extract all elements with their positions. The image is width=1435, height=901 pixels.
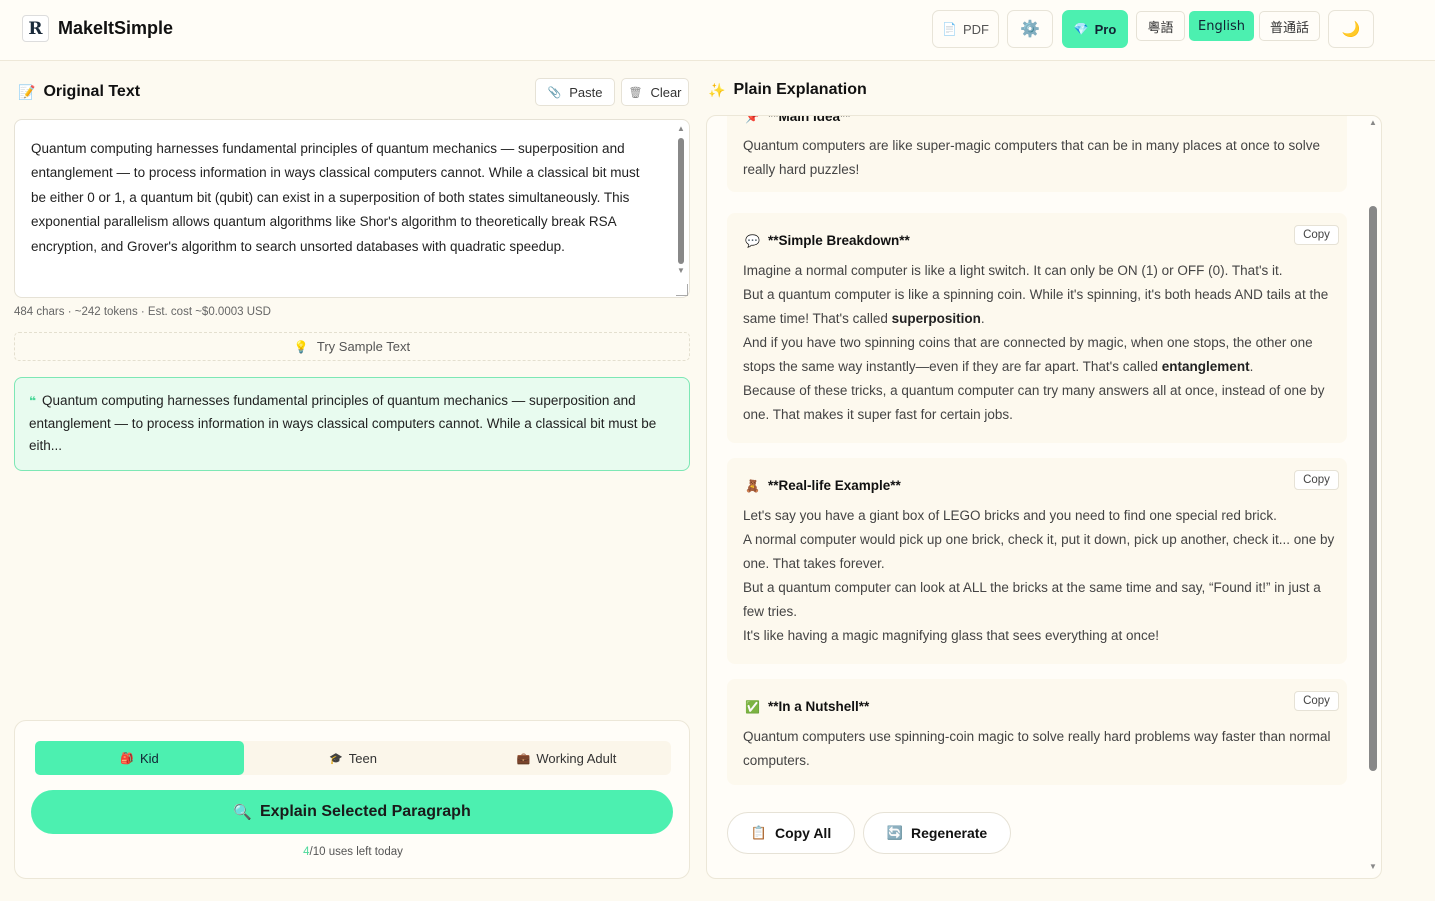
teddy-bear-icon: 🧸 (745, 478, 760, 493)
quote-icon: ❝ (29, 394, 37, 408)
section-simple-breakdown: Copy 💬 **Simple Breakdown** Imagine a no… (727, 213, 1347, 443)
textarea-scrollbar[interactable]: ▲ ▼ (676, 124, 686, 284)
lang-english-button[interactable]: English (1189, 11, 1254, 41)
text-stats: 484 chars · ~242 tokens · Est. cost ~$0.… (14, 306, 271, 318)
plain-explanation-title: ✨ Plain Explanation (708, 81, 867, 98)
copy-button[interactable]: Copy (1294, 225, 1339, 245)
moon-icon: 🌙 (1341, 21, 1361, 38)
explain-controls: 🎒 Kid 🎓 Teen 💼 Working Adult 🔍 Explain S… (14, 720, 690, 879)
lang-cantonese-button[interactable]: 粵語 (1136, 11, 1185, 41)
memo-icon: 📝 (18, 83, 36, 100)
settings-button[interactable]: ⚙️ (1007, 10, 1053, 48)
explain-button[interactable]: 🔍 Explain Selected Paragraph (31, 790, 673, 834)
regenerate-button[interactable]: 🔄 Regenerate (863, 812, 1011, 854)
resize-handle[interactable] (676, 284, 688, 296)
section-main-idea: 📌 **Main Idea** Quantum computers are li… (727, 115, 1347, 192)
section-title: 💬 **Simple Breakdown** (745, 233, 910, 248)
copy-all-button[interactable]: 📋 Copy All (727, 812, 855, 854)
section-body: Quantum computers are like super-magic c… (743, 138, 1321, 177)
copy-button[interactable]: Copy (1294, 470, 1339, 490)
logo-icon: R (22, 15, 49, 42)
section-in-a-nutshell: Copy ✅ **In a Nutshell** Quantum compute… (727, 679, 1347, 785)
original-text-title: 📝 Original Text (18, 83, 141, 100)
section-title: 📌 **Main Idea** (745, 115, 850, 124)
try-sample-button[interactable]: 💡 Try Sample Text (14, 332, 690, 361)
document-icon: 📄 (942, 22, 957, 36)
pdf-button[interactable]: 📄 PDF (932, 10, 999, 48)
copy-button[interactable]: Copy (1294, 691, 1339, 711)
app-name: MakeItSimple (58, 18, 174, 38)
pro-button[interactable]: 💎 Pro (1062, 10, 1128, 48)
scroll-down-icon[interactable]: ▼ (1369, 862, 1377, 871)
scrollbar-thumb[interactable] (678, 138, 684, 264)
mode-teen[interactable]: 🎓 Teen (249, 741, 457, 775)
usage-counter: 4/10 uses left today (303, 846, 403, 858)
app-logo[interactable]: R MakeItSimple (22, 15, 173, 42)
mode-working-adult[interactable]: 💼 Working Adult (462, 741, 671, 775)
backpack-icon: 🎒 (120, 752, 134, 765)
graduation-cap-icon: 🎓 (329, 752, 343, 765)
section-body: Quantum computers use spinning-coin magi… (743, 729, 1331, 768)
app-header: R MakeItSimple 📄 PDF ⚙️ 💎 Pro 粵語 English… (0, 0, 1435, 61)
paperclip-icon: 📎 (547, 86, 562, 99)
section-title: 🧸 **Real-life Example** (745, 478, 901, 493)
scroll-down-icon[interactable]: ▼ (677, 266, 685, 275)
explanation-output: 📌 **Main Idea** Quantum computers are li… (706, 115, 1382, 879)
magnifier-icon: 🔍 (233, 804, 252, 821)
clear-button[interactable]: 🗑 Clear (621, 78, 689, 106)
gear-icon: ⚙️ (1020, 21, 1040, 38)
section-title: ✅ **In a Nutshell** (745, 699, 870, 714)
sparkles-icon: ✨ (708, 81, 726, 98)
scroll-up-icon[interactable]: ▲ (1369, 118, 1377, 127)
pin-icon: 📌 (745, 115, 760, 124)
explanation-scrollbar[interactable]: ▲ ▼ (1366, 118, 1380, 876)
mode-kid[interactable]: 🎒 Kid (35, 741, 244, 775)
audience-mode-selector: 🎒 Kid 🎓 Teen 💼 Working Adult (35, 741, 671, 775)
diamond-icon: 💎 (1073, 22, 1089, 36)
section-body: Imagine a normal computer is like a ligh… (743, 263, 1329, 422)
lang-mandarin-button[interactable]: 普通話 (1259, 11, 1320, 41)
section-real-life-example: Copy 🧸 **Real-life Example** Let's say y… (727, 458, 1347, 664)
speech-bubble-icon: 💬 (745, 233, 760, 248)
trash-icon: 🗑 (628, 86, 643, 99)
scroll-up-icon[interactable]: ▲ (677, 124, 685, 133)
check-box-icon: ✅ (745, 699, 760, 714)
original-text-input[interactable]: Quantum computing harnesses fundamental … (14, 119, 690, 298)
lightbulb-icon: 💡 (293, 339, 309, 354)
dark-mode-toggle[interactable]: 🌙 (1328, 10, 1374, 48)
selected-paragraph[interactable]: ❝ Quantum computing harnesses fundamental… (14, 377, 690, 471)
clipboard-icon: 📋 (750, 825, 767, 840)
scrollbar-thumb[interactable] (1369, 206, 1377, 771)
refresh-icon: 🔄 (886, 825, 903, 840)
paste-button[interactable]: 📎 Paste (535, 78, 615, 106)
section-body: Let's say you have a giant box of LEGO b… (743, 508, 1335, 643)
briefcase-icon: 💼 (516, 752, 531, 765)
